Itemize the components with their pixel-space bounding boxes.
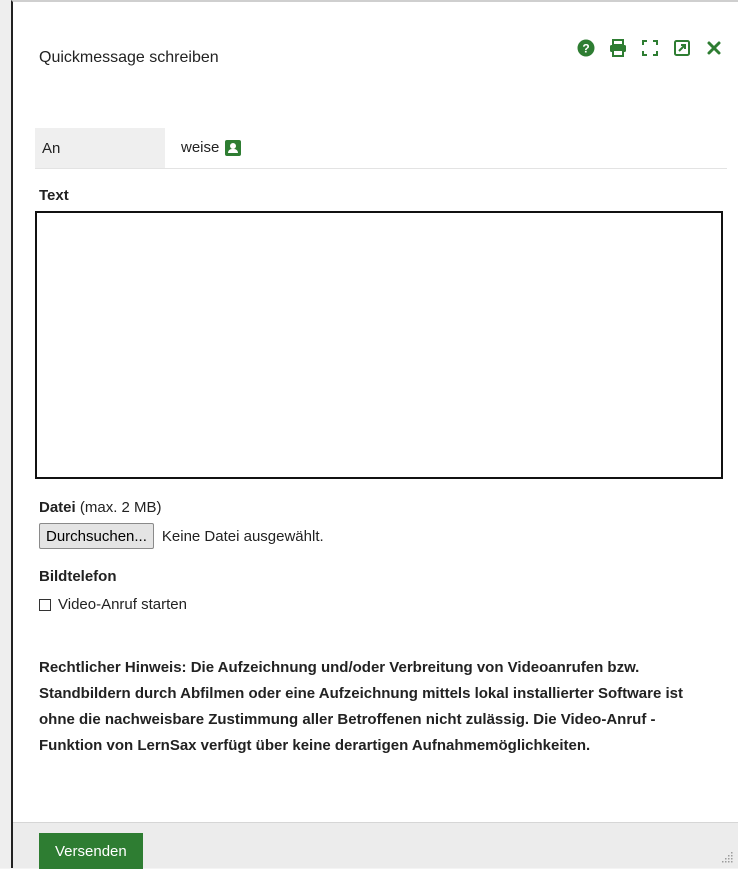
message-textarea[interactable] (35, 211, 723, 479)
close-icon[interactable] (705, 39, 723, 57)
send-button[interactable]: Versenden (39, 833, 143, 869)
legal-notice: Rechtlicher Hinweis: Die Aufzeichnung un… (39, 659, 683, 754)
file-label: Datei (max. 2 MB) (39, 499, 162, 516)
popout-icon[interactable] (673, 39, 691, 57)
file-status: Keine Datei ausgewählt. (161, 527, 324, 545)
user-icon[interactable] (225, 139, 242, 156)
video-call-label[interactable]: Video-Anruf starten (58, 596, 187, 613)
dialog-title: Quickmessage schreiben (39, 49, 219, 66)
recipient-value: weise (181, 139, 242, 156)
fullscreen-icon[interactable] (641, 39, 659, 57)
dialog-titlebar: Quickmessage schreiben ? (13, 2, 738, 94)
recipient-name: weise (181, 139, 220, 156)
print-icon[interactable] (609, 39, 627, 57)
dialog-footer: Versenden (13, 822, 738, 869)
recipient-row: An weise (35, 128, 727, 169)
browse-button[interactable]: Durchsuchen... (39, 523, 154, 549)
recipient-label: An (42, 140, 61, 157)
video-label: Bildtelefon (39, 568, 117, 585)
resize-grip-icon[interactable] (719, 850, 733, 864)
file-input-row: Durchsuchen... Keine Datei ausgewählt. (39, 523, 324, 549)
svg-text:?: ? (582, 42, 589, 56)
file-limit: (max. 2 MB) (79, 499, 162, 516)
dialog-toolbar: ? (577, 39, 723, 57)
quickmessage-dialog: Quickmessage schreiben ? An weise Text D… (11, 0, 738, 869)
file-label-title: Datei (39, 499, 76, 516)
text-label: Text (39, 187, 69, 204)
recipient-label-cell: An (35, 128, 165, 168)
video-call-checkbox[interactable] (39, 598, 51, 611)
video-call-option[interactable]: Video-Anruf starten (39, 596, 187, 613)
help-icon[interactable]: ? (577, 39, 595, 57)
